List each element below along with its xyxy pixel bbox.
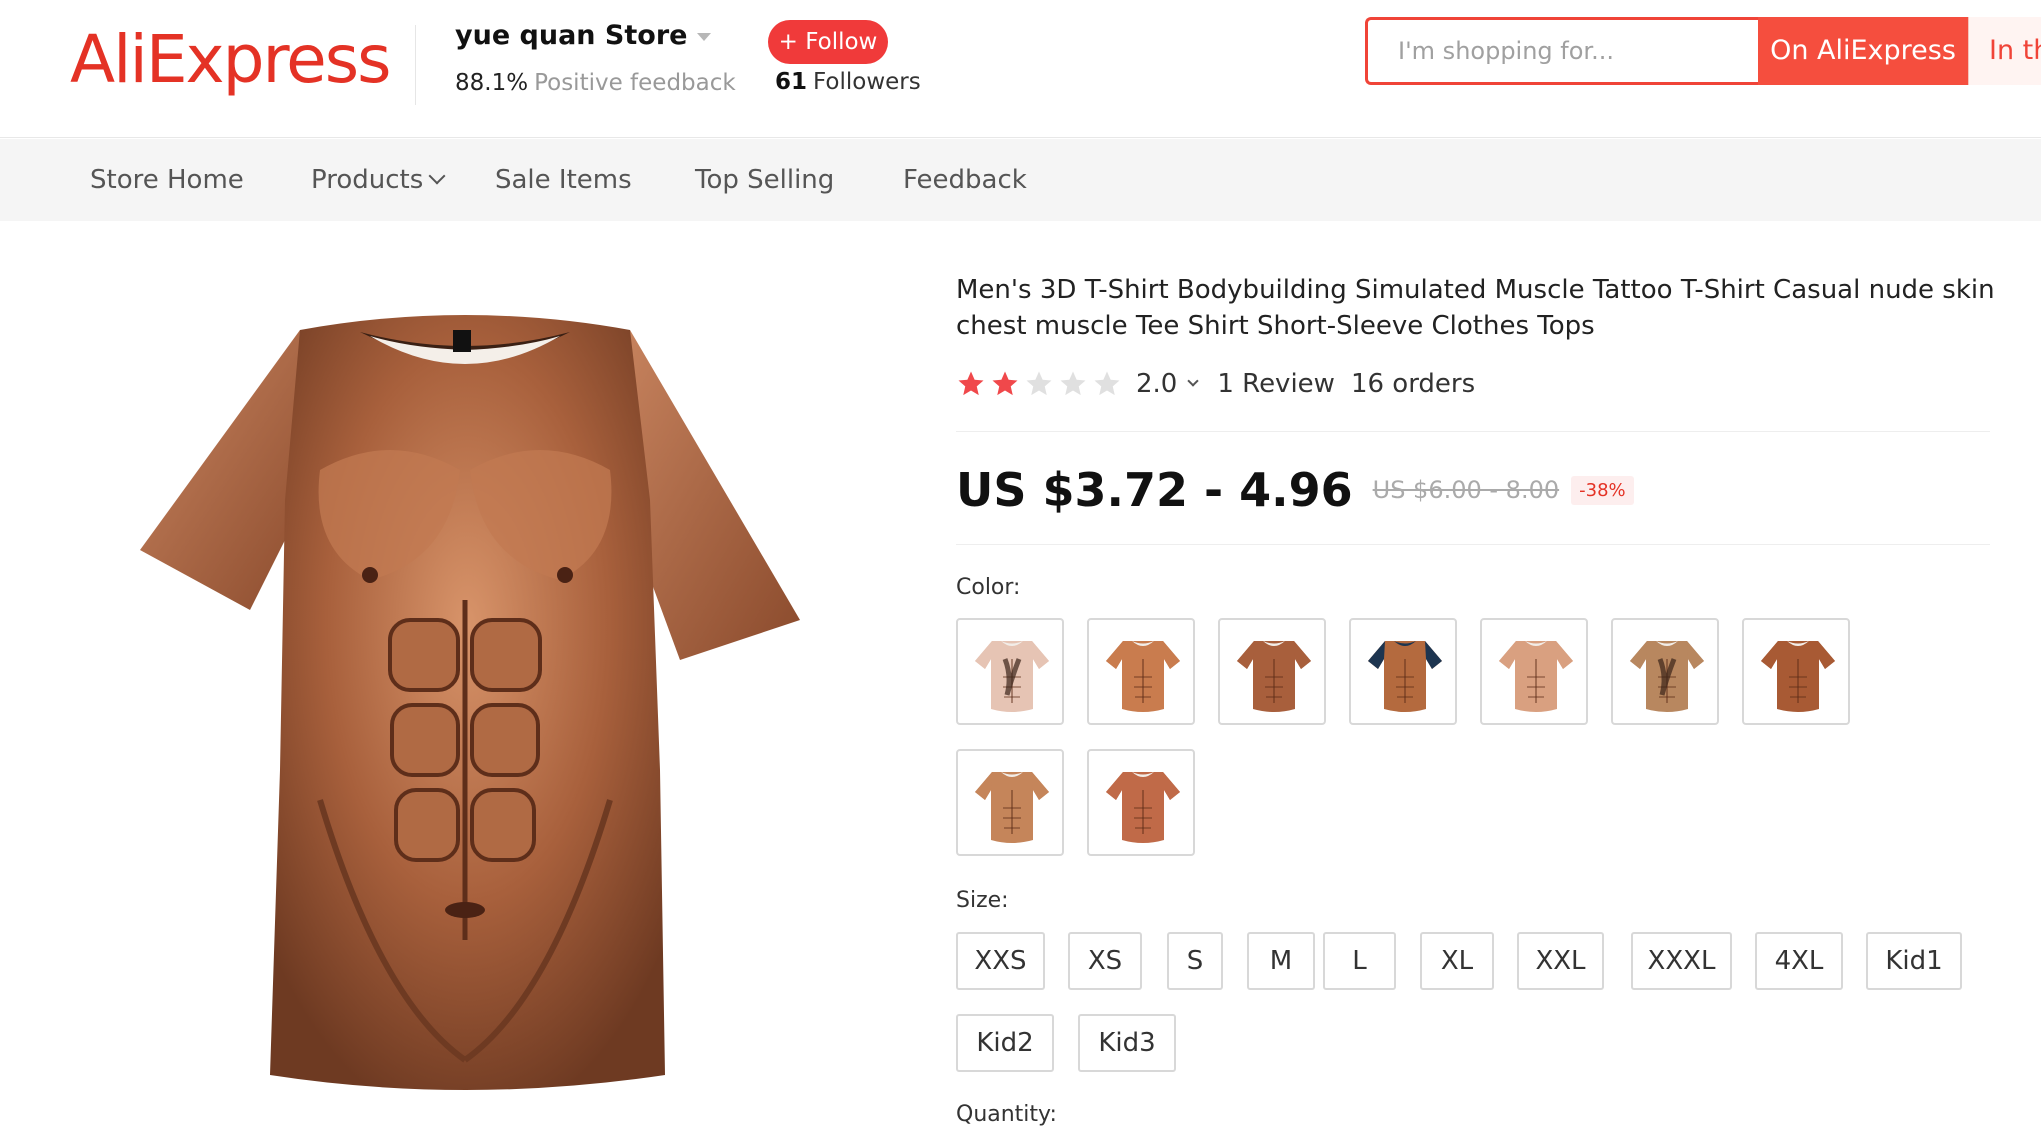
original-price: US $6.00 - 8.00 [1372, 476, 1560, 504]
nav-top-selling[interactable]: Top Selling [695, 139, 834, 221]
size-option-s[interactable]: S [1167, 932, 1223, 990]
discount-badge: -38% [1571, 475, 1634, 505]
nav-products-label: Products [311, 165, 424, 195]
muscle-tshirt-image [140, 315, 800, 1090]
star-empty-icon [1094, 371, 1120, 396]
color-swatch-tan-abs[interactable] [956, 749, 1064, 856]
aliexpress-logo[interactable]: AliExpress [70, 20, 392, 100]
search-in-store-button[interactable]: In th [1968, 17, 2041, 85]
store-name-menu[interactable]: yue quan Store [455, 20, 712, 51]
followers-label: Followers [813, 69, 921, 95]
color-swatch-hairy-torso[interactable] [1611, 618, 1719, 725]
star-filled-icon [958, 371, 984, 396]
search-input[interactable] [1368, 20, 1758, 82]
store-feedback: 88.1% Positive feedback [455, 70, 736, 96]
orders-count: 16 orders [1350, 369, 1476, 399]
feedback-value: 88.1% [455, 70, 529, 96]
product-title: Men's 3D T-Shirt Bodybuilding Simulated … [956, 275, 1995, 341]
tshirt-thumbnail-icon [1630, 641, 1704, 712]
header-divider [415, 25, 416, 105]
size-option-xxs[interactable]: XXS [956, 932, 1045, 990]
size-option-kid1[interactable]: Kid1 [1866, 932, 1962, 990]
search-bar: On AliExpress In th [1365, 17, 2041, 85]
store-nav: Store Home Products Sale Items Top Selli… [0, 139, 2041, 221]
size-option-m[interactable]: M [1247, 932, 1315, 990]
divider [956, 544, 1990, 545]
tshirt-thumbnail-icon [1499, 641, 1573, 712]
store-name: yue quan Store [455, 20, 688, 51]
nav-feedback[interactable]: Feedback [903, 139, 1027, 221]
chevron-down-icon [428, 167, 446, 185]
size-option-4xl[interactable]: 4XL [1755, 932, 1843, 990]
followers-number: 61 [775, 69, 808, 95]
search-on-aliexpress-button[interactable]: On AliExpress [1758, 17, 1968, 85]
rating-row: 2.0 1 Review 16 orders [956, 366, 1475, 402]
star-filled-icon [992, 371, 1018, 396]
size-label: Size: [956, 888, 1009, 913]
color-swatch-tattoo-chest[interactable] [1087, 618, 1195, 725]
tshirt-thumbnail-icon [1368, 641, 1442, 712]
feedback-label: Positive feedback [534, 70, 736, 96]
current-price: US $3.72 - 4.96 [956, 463, 1353, 517]
rating-stars [956, 369, 1122, 399]
tshirt-thumbnail-icon [1106, 641, 1180, 712]
size-option-xxl[interactable]: XXL [1517, 932, 1604, 990]
price-row: US $3.72 - 4.96 US $6.00 - 8.00 -38% [956, 460, 1634, 520]
star-empty-icon [1060, 371, 1086, 396]
size-option-kid3[interactable]: Kid3 [1078, 1014, 1176, 1072]
tshirt-thumbnail-icon [975, 641, 1049, 712]
size-option-kid2[interactable]: Kid2 [956, 1014, 1054, 1072]
nav-products[interactable]: Products [311, 139, 446, 221]
rating-value[interactable]: 2.0 [1136, 369, 1177, 399]
tshirt-thumbnail-icon [975, 772, 1049, 843]
size-option-xxxl[interactable]: XXXL [1631, 932, 1732, 990]
quantity-label: Quantity: [956, 1102, 1057, 1127]
color-swatch-deep-tan[interactable] [1742, 618, 1850, 725]
caret-down-icon [697, 32, 712, 41]
size-option-xl[interactable]: XL [1420, 932, 1494, 990]
chevron-down-icon[interactable] [1187, 375, 1200, 387]
nav-sale-items[interactable]: Sale Items [495, 139, 632, 221]
reviews-link[interactable]: 1 Review [1217, 369, 1335, 399]
nav-store-home[interactable]: Store Home [90, 139, 244, 221]
tshirt-thumbnail-icon [1237, 641, 1311, 712]
color-swatch-light-abs[interactable] [1480, 618, 1588, 725]
divider [956, 431, 1990, 432]
size-option-l[interactable]: L [1323, 932, 1396, 990]
tshirt-thumbnail-icon [1761, 641, 1835, 712]
followers-count: 61 Followers [775, 69, 921, 95]
color-swatch-abs-dark-collar[interactable] [1218, 618, 1326, 725]
product-main-image[interactable] [120, 300, 810, 1100]
follow-button[interactable]: + Follow [768, 20, 888, 64]
color-swatch-hairy-chest-pale[interactable] [956, 618, 1064, 725]
star-empty-icon [1026, 371, 1052, 396]
tshirt-thumbnail-icon [1106, 772, 1180, 843]
color-swatch-navy-collar-abs[interactable] [1349, 618, 1457, 725]
store-header: AliExpress yue quan Store 88.1% Positive … [0, 0, 2041, 138]
size-option-xs[interactable]: XS [1068, 932, 1142, 990]
color-label: Color: [956, 575, 1021, 600]
color-swatch-red-tan[interactable] [1087, 749, 1195, 856]
